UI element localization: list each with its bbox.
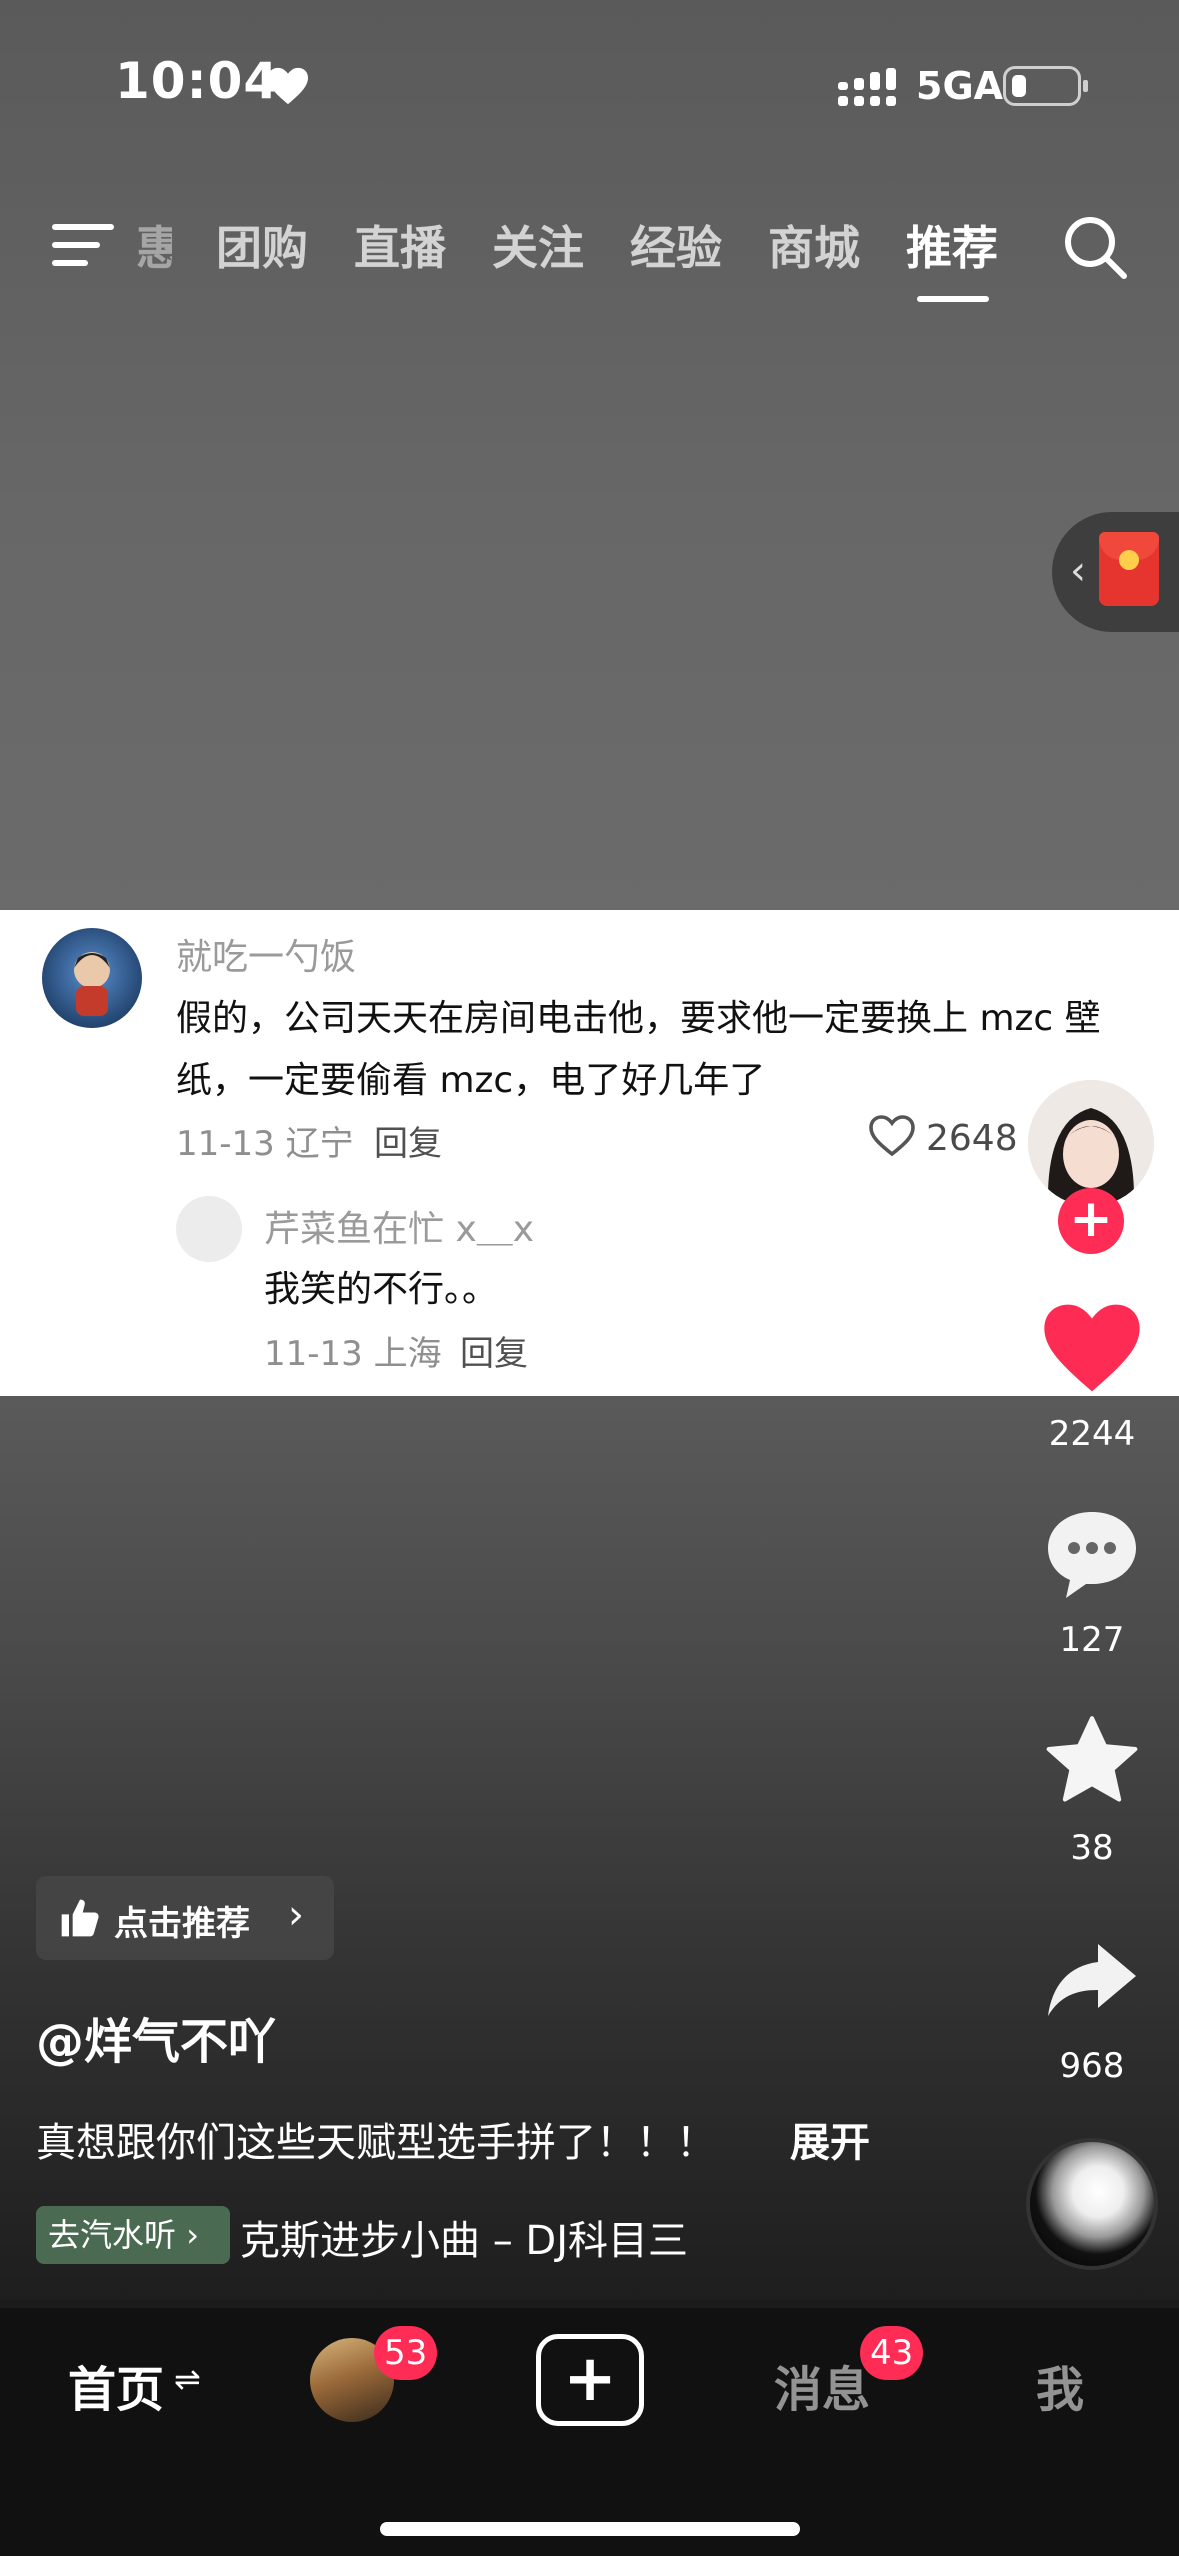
reply-date-location: 11-13 上海 <box>264 1334 442 1374</box>
recommend-button[interactable]: 点击推荐 › <box>36 1876 334 1960</box>
tab-mall[interactable]: 商城 <box>768 212 860 278</box>
commenter-avatar[interactable] <box>42 928 142 1028</box>
tab-live[interactable]: 直播 <box>354 212 446 278</box>
thumbs-up-icon <box>61 1899 99 1937</box>
music-app-tag[interactable]: 去汽水听 › <box>36 2206 230 2264</box>
favorite-count: 38 <box>1070 1828 1114 1868</box>
follow-button[interactable]: + <box>1058 1188 1124 1254</box>
expand-caption-button[interactable]: 展开 <box>790 2110 870 2168</box>
reply-username[interactable]: 芹菜鱼在忙 x＿x <box>264 1200 534 1252</box>
plus-icon: + <box>563 2342 617 2416</box>
share-count: 968 <box>1059 2046 1125 2086</box>
tab-recommend[interactable]: 推荐 <box>906 212 998 278</box>
bottom-nav: 首页 ⇌ 53 + 消息 43 我 <box>0 2308 1179 2556</box>
tab-active-indicator <box>917 296 989 302</box>
music-track-title[interactable]: 克斯进步小曲 – DJ科目三 <box>240 2208 730 2266</box>
tab-experience[interactable]: 经验 <box>630 212 722 278</box>
like-count: 2244 <box>1048 1414 1136 1454</box>
video-caption: 真想跟你们这些天赋型选手拼了！！！ <box>36 2120 716 2166</box>
chevron-right-icon: › <box>288 1892 304 1938</box>
music-disc[interactable] <box>1026 2138 1158 2270</box>
share-arrow-icon[interactable] <box>1040 1930 1144 2030</box>
red-envelope-icon[interactable] <box>1099 532 1159 606</box>
signal-icon <box>838 68 896 106</box>
comment-overlay: 就吃一勺饭 假的，公司天天在房间电击他，要求他一定要换上 mzc 壁纸，一定要偷… <box>0 910 1179 1396</box>
tab-following[interactable]: 关注 <box>492 212 584 278</box>
tab-group-buy[interactable]: 团购 <box>216 212 308 278</box>
home-indicator <box>380 2522 800 2536</box>
chevron-right-icon: › <box>176 2216 199 2254</box>
reply-avatar[interactable] <box>176 1196 242 1262</box>
battery-tip <box>1083 80 1088 92</box>
star-icon[interactable] <box>1040 1712 1144 1812</box>
menu-icon[interactable] <box>52 222 114 268</box>
friends-badge: 53 <box>374 2326 438 2380</box>
swap-icon: ⇌ <box>174 2360 201 2398</box>
messages-badge: 43 <box>860 2326 924 2380</box>
nav-home[interactable]: 首页 <box>68 2350 164 2420</box>
nav-me[interactable]: 我 <box>1036 2350 1084 2420</box>
comment-like-count: 2648 <box>926 1118 1018 1159</box>
nav-messages[interactable]: 消息 <box>774 2350 870 2420</box>
tab-partial[interactable]: 惠 <box>136 212 172 278</box>
battery-icon <box>1003 66 1081 106</box>
heart-icon <box>268 67 308 105</box>
search-icon[interactable] <box>1060 212 1130 282</box>
create-button[interactable]: + <box>536 2334 644 2426</box>
status-time: 10:04 <box>115 52 280 110</box>
reply-text: 我笑的不行。。 <box>264 1269 499 1310</box>
comment-bubble-icon[interactable] <box>1040 1504 1144 1604</box>
heart-outline-icon[interactable] <box>868 1114 916 1158</box>
reply-reply-button[interactable]: 回复 <box>460 1326 528 1375</box>
comment-text: 假的，公司天天在房间电击他，要求他一定要换上 mzc 壁纸，一定要偷看 mzc，… <box>176 998 1101 1101</box>
chevron-left-icon: ‹ <box>1070 548 1086 594</box>
comment-reply-button[interactable]: 回复 <box>374 1116 442 1165</box>
commenter-name[interactable]: 就吃一勺饭 <box>176 928 356 980</box>
music-tag-label: 去汽水听 <box>48 2216 177 2254</box>
comment-count: 127 <box>1059 1620 1125 1660</box>
network-label: 5GA <box>916 64 1004 108</box>
recommend-label: 点击推荐 <box>114 1904 250 1944</box>
author-name[interactable]: @烊气不吖 <box>36 2002 276 2072</box>
like-heart-icon[interactable] <box>1040 1298 1144 1398</box>
comment-date-location: 11-13 辽宁 <box>176 1124 354 1164</box>
